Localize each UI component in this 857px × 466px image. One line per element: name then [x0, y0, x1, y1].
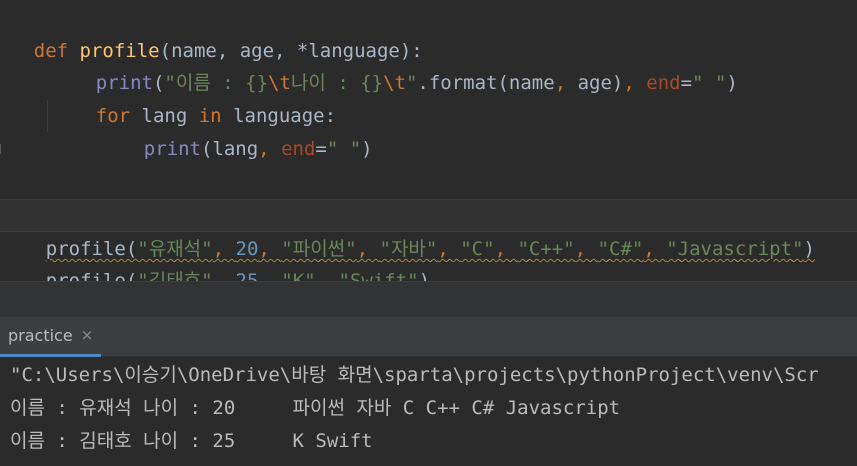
console-line-output-1: 이름 : 유재석 나이 : 20 파이썬 자바 C C++ C# Javascr…	[10, 397, 621, 419]
comma: ,	[212, 270, 236, 281]
string-arg: "Swift"	[338, 270, 419, 281]
string-arg: "K"	[281, 270, 316, 281]
number-arg: 25	[235, 270, 259, 281]
code-line-7[interactable]: profile("유재석", 20, "파이썬", "자바", "C", "C+…	[0, 199, 857, 260]
tab-label: practice	[8, 326, 73, 345]
string-arg: "김태호"	[137, 270, 213, 281]
paren-close: )	[418, 270, 431, 281]
run-tab-bar: practice ×	[0, 317, 857, 357]
tab-practice[interactable]: practice ×	[0, 317, 102, 357]
fold-marker-icon[interactable]	[0, 144, 5, 154]
comma: ,	[315, 270, 339, 281]
console-output[interactable]: "C:\Users\이승기\OneDrive\바탕 화면\sparta\proj…	[0, 357, 857, 466]
code-line-8[interactable]: profile("김태호", 25, "K", "Swift")	[0, 232, 857, 281]
close-icon[interactable]: ×	[81, 328, 94, 343]
code-editor[interactable]: def profile(name, age, *language): print…	[0, 0, 857, 281]
code-line-4[interactable]: print(lang, end=" ")	[0, 100, 857, 160]
code-line-2[interactable]: print("이름 : {}\t나이 : {}\t".format(name, …	[0, 34, 857, 94]
code-line-5[interactable]: print()	[0, 133, 857, 226]
run-panel: practice × "C:\Users\이승기\OneDrive\바탕 화면\…	[0, 281, 857, 466]
comma: ,	[258, 270, 282, 281]
code-line-1[interactable]: def profile(name, age, *language):	[0, 2, 857, 62]
function-call: profile(	[45, 270, 138, 281]
code-line-3[interactable]: for lang in language:	[0, 67, 857, 127]
console-line-command: "C:\Users\이승기\OneDrive\바탕 화면\sparta\proj…	[10, 364, 819, 386]
run-toolbar	[0, 281, 857, 317]
console-line-output-2: 이름 : 김태호 나이 : 25 K Swift	[10, 430, 373, 452]
